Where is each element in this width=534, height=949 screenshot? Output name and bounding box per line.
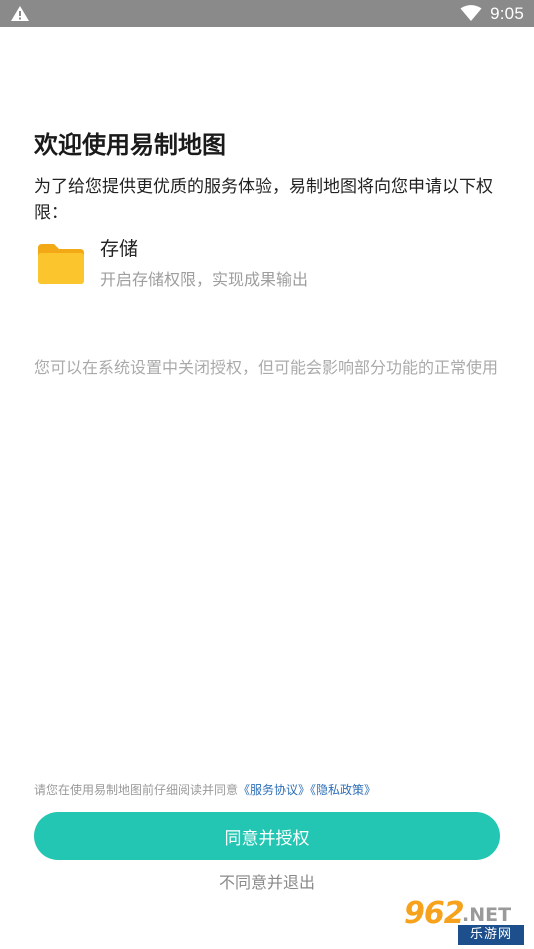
intro-text: 为了给您提供更优质的服务体验，易制地图将向您申请以下权限： <box>34 177 493 223</box>
service-agreement-link[interactable]: 《服务协议》 <box>238 783 310 797</box>
wifi-icon <box>460 5 482 21</box>
permission-item-storage: 存储 开启存储权限，实现成果输出 <box>34 234 504 298</box>
folder-icon <box>38 244 84 284</box>
disagree-exit-button[interactable]: 不同意并退出 <box>0 870 534 896</box>
permission-screen: 9:05 欢迎使用易制地图 为了给您提供更优质的服务体验，易制地图将向您申请以下… <box>0 0 534 949</box>
privacy-policy-link[interactable]: 《隐私政策》 <box>310 783 376 797</box>
permission-description: 开启存储权限，实现成果输出 <box>100 270 309 289</box>
status-bar: 9:05 <box>0 0 534 27</box>
agreement-prefix: 请您在使用易制地图前仔细阅读并同意 <box>34 783 239 797</box>
warning-icon <box>11 6 29 21</box>
status-time: 9:05 <box>490 3 524 23</box>
agreement-notice: 请您在使用易制地图前仔细阅读并同意《服务协议》《隐私政策》 <box>34 780 504 800</box>
watermark-domain: .NET <box>462 904 512 926</box>
revoke-note: 您可以在系统设置中关闭授权，但可能会影响部分功能的正常使用 <box>34 358 499 377</box>
agree-authorize-button[interactable]: 同意并授权 <box>34 812 500 860</box>
page-title: 欢迎使用易制地图 <box>34 131 226 159</box>
status-right: 9:05 <box>460 0 524 27</box>
permission-name: 存储 <box>100 238 139 260</box>
watermark-site-name: 乐游网 <box>458 925 524 945</box>
watermark-number: 962 <box>404 896 465 931</box>
site-watermark: 962 .NET 乐游网 <box>394 897 534 949</box>
